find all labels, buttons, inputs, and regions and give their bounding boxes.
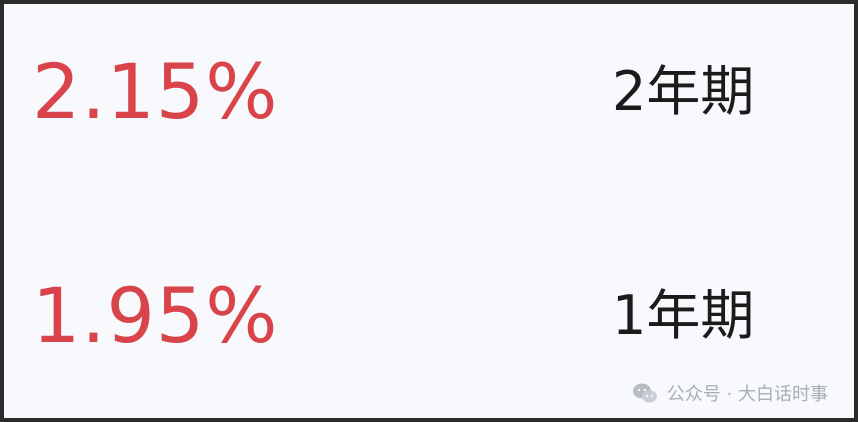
rate-row: 2.15% 2年期 [4, 32, 854, 152]
rate-row: 1.95% 1年期 [4, 256, 854, 376]
wechat-icon [631, 381, 659, 405]
watermark: 公众号 · 大白话时事 [631, 378, 828, 408]
interest-rate-value: 2.15% [32, 47, 279, 136]
rate-panel: 2.15% 2年期 1.95% 1年期 公众号 · 大白话时事 [0, 0, 858, 422]
watermark-text: 公众号 · 大白话时事 [666, 384, 828, 405]
interest-rate-value: 1.95% [32, 271, 279, 360]
term-label: 1年期 [612, 284, 755, 347]
term-label: 2年期 [612, 60, 755, 123]
